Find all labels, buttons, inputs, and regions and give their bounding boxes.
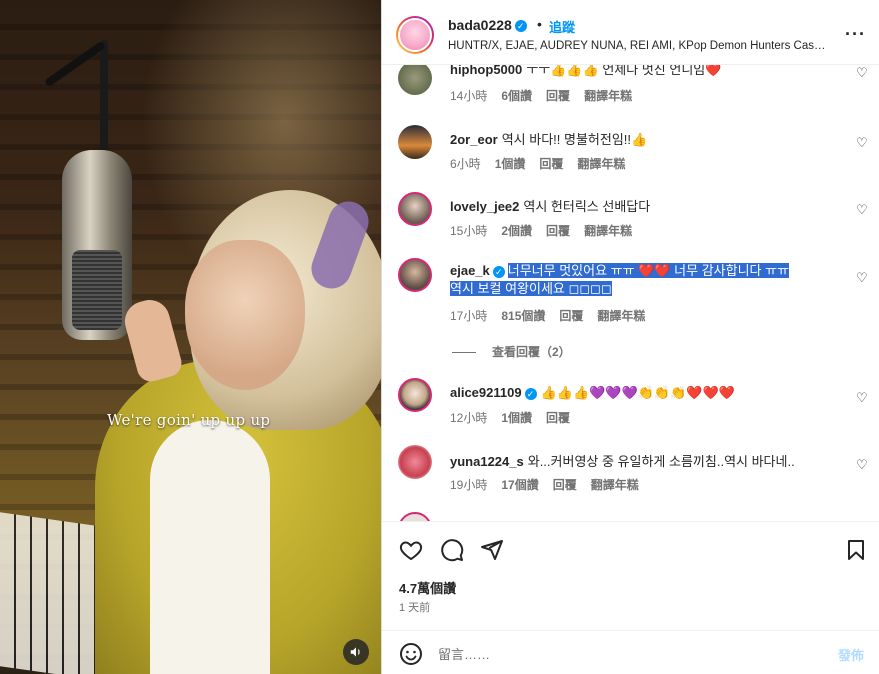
reply-button[interactable]: 回覆: [546, 89, 570, 103]
comments-list[interactable]: hiphop5000 ㅜㅜ👍👍👍 언제나 멋진 언니임❤️ 14小時 6個讚 回覆 翻譯…: [382, 65, 879, 521]
post-author-name[interactable]: bada0228: [448, 17, 512, 33]
comment-text-selected: 너무너무 멋있어요 ㅠㅠ ❤️❤️ 너무 감사합니다 ㅠㅠ: [507, 263, 790, 278]
separator-dot: •: [537, 16, 542, 32]
comment-bubble-icon[interactable]: [440, 538, 464, 562]
comment-avatar[interactable]: [398, 258, 432, 292]
comment-time[interactable]: 15小時: [450, 224, 487, 238]
translate-button[interactable]: 翻譯年糕: [584, 224, 632, 238]
comment-input[interactable]: [438, 643, 818, 665]
post-actions: 4.7萬個讚 1 天前 發佈: [382, 521, 879, 674]
post-time[interactable]: 1 天前: [399, 599, 430, 615]
audio-credits[interactable]: HUNTR/X, EJAE, AUDREY NUNA, REI AMI, KPo…: [448, 40, 828, 52]
heart-icon[interactable]: ♡: [856, 457, 868, 473]
mic-arm: [100, 40, 108, 160]
comment-username[interactable]: ejae_k: [450, 263, 490, 278]
comment-time[interactable]: 14小時: [450, 89, 487, 103]
comment-avatar[interactable]: [398, 445, 432, 479]
reply-button[interactable]: 回覆: [546, 224, 570, 238]
comment-likes[interactable]: 6個讚: [501, 89, 532, 103]
translate-button[interactable]: 翻譯年糕: [591, 478, 639, 492]
post-comment-button[interactable]: 發佈: [838, 645, 864, 664]
comment-avatar[interactable]: [398, 378, 432, 412]
piano-keys: [0, 512, 110, 674]
microphone: [62, 150, 132, 340]
divider: [452, 352, 476, 354]
like-heart-icon[interactable]: [399, 538, 423, 562]
singer-face: [185, 240, 305, 390]
comment-text: ㅜㅜ👍👍👍 언제나 멋진 언니임❤️: [526, 65, 722, 77]
more-options-icon[interactable]: ···: [845, 24, 866, 45]
post-side-panel: bada0228 ✓ • 追蹤 HUNTR/X, EJAE, AUDREY NUN…: [381, 0, 879, 674]
heart-icon[interactable]: ♡: [856, 65, 868, 81]
post-header: bada0228 ✓ • 追蹤 HUNTR/X, EJAE, AUDREY NUN…: [382, 0, 879, 65]
share-send-icon[interactable]: [480, 538, 504, 562]
follow-button[interactable]: 追蹤: [549, 17, 575, 36]
translate-button[interactable]: 翻譯年糕: [597, 309, 645, 323]
reply-button[interactable]: 回覆: [559, 309, 583, 323]
comment-time[interactable]: 12小時: [450, 411, 487, 425]
comment-likes[interactable]: 2個讚: [501, 224, 532, 238]
comment-username[interactable]: lovely_jee2: [450, 199, 519, 214]
view-replies-button[interactable]: 查看回覆（2）: [452, 343, 571, 360]
post-author[interactable]: bada0228 ✓: [448, 17, 527, 33]
comment-username[interactable]: alice921109: [450, 385, 522, 400]
bookmark-icon[interactable]: [844, 538, 868, 562]
heart-icon[interactable]: ♡: [856, 135, 868, 151]
comment-meta: 15小時 2個讚 回覆 翻譯年糕: [450, 222, 646, 239]
comment-likes[interactable]: 1個讚: [501, 411, 532, 425]
emoji-icon[interactable]: [399, 642, 423, 666]
comment-avatar[interactable]: [398, 65, 432, 95]
heart-icon[interactable]: ♡: [856, 270, 868, 286]
comment-username[interactable]: yuna1224_s: [450, 454, 524, 469]
verified-badge-icon: ✓: [492, 265, 505, 278]
heart-icon[interactable]: ♡: [856, 202, 868, 218]
comment-time[interactable]: 19小時: [450, 478, 487, 492]
avatar[interactable]: [396, 16, 434, 54]
comment-avatar[interactable]: [398, 125, 432, 159]
video-caption: We're goin' up up up: [107, 411, 271, 429]
comment-meta: 12小時 1個讚 回覆: [450, 409, 584, 426]
comment-time[interactable]: 6小時: [450, 157, 481, 171]
comment-text: 역시 바다!! 명불허전임!!👍: [501, 132, 648, 147]
reply-button[interactable]: 回覆: [553, 478, 577, 492]
comment-likes[interactable]: 17個讚: [501, 478, 538, 492]
likes-count[interactable]: 4.7萬個讚: [399, 578, 456, 597]
comment-meta: 14小時 6個讚 回覆 翻譯年糕: [450, 87, 646, 104]
post-video[interactable]: We're goin' up up up: [0, 0, 381, 674]
comment-avatar[interactable]: [398, 192, 432, 226]
comment-meta: 19小時 17個讚 回覆 翻譯年糕: [450, 476, 653, 493]
mic-grille: [72, 250, 122, 330]
translate-button[interactable]: 翻譯年糕: [577, 157, 625, 171]
comment-likes[interactable]: 815個讚: [501, 309, 545, 323]
comment-username[interactable]: hiphop5000: [450, 65, 522, 77]
comment-time[interactable]: 17小時: [450, 309, 487, 323]
translate-button[interactable]: 翻譯年糕: [584, 89, 632, 103]
add-comment-bar: 發佈: [382, 630, 879, 674]
comment-username[interactable]: 2or_eor: [450, 132, 498, 147]
singer-shirt: [150, 420, 270, 674]
comment-text: 와...커버영상 중 유일하게 소름끼침..역시 바다네..: [527, 454, 795, 469]
comment-text-selected: 역시 보컬 여왕이세요 ◻◻◻◻: [450, 281, 612, 296]
comment-text: 👍👍👍💜💜💜👏👏👏❤️❤️❤️: [540, 385, 735, 400]
view-replies-label[interactable]: 查看回覆（2）: [492, 345, 571, 359]
heart-icon[interactable]: ♡: [856, 390, 868, 406]
reply-button[interactable]: 回覆: [546, 411, 570, 425]
reply-button[interactable]: 回覆: [539, 157, 563, 171]
comment-meta: 6小時 1個讚 回覆 翻譯年糕: [450, 155, 639, 172]
comment-likes[interactable]: 1個讚: [495, 157, 526, 171]
comment-text: 역시 헌터릭스 선배답다: [523, 199, 651, 214]
speaker-icon[interactable]: [343, 639, 369, 665]
comment-avatar[interactable]: [398, 512, 432, 521]
comment-meta: 17小時 815個讚 回覆 翻譯年糕: [450, 307, 659, 324]
verified-badge-icon: ✓: [514, 20, 527, 33]
verified-badge-icon: ✓: [524, 387, 537, 400]
